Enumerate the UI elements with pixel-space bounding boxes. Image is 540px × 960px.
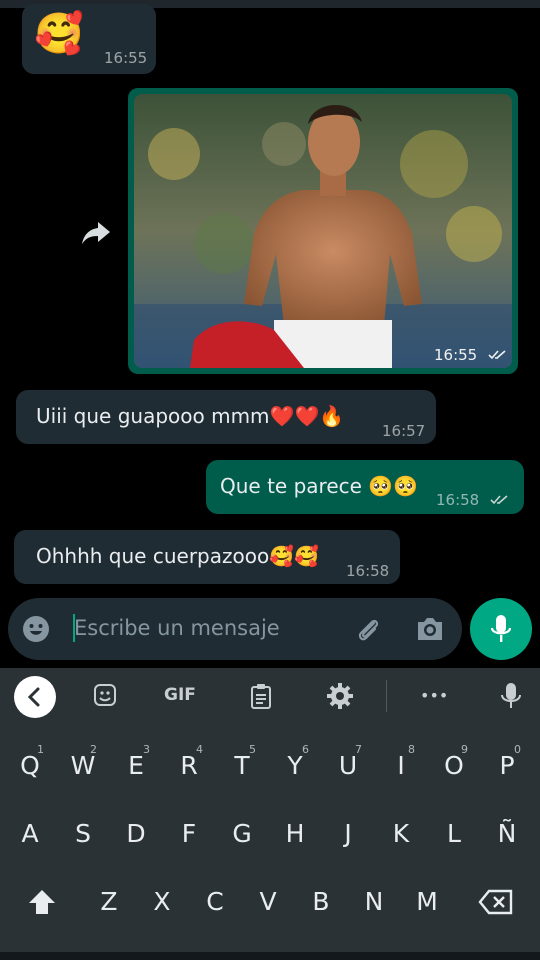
message-outgoing[interactable]: Que te parece 🥺🥺 16:58 [206, 460, 524, 514]
key-w[interactable]: 2W [59, 738, 107, 794]
key-z[interactable]: Z [85, 874, 133, 930]
key-s[interactable]: S [59, 806, 107, 862]
key-d[interactable]: D [112, 806, 160, 862]
key-u[interactable]: 7U [324, 738, 372, 794]
key-c[interactable]: C [191, 874, 239, 930]
key-i[interactable]: 8I [377, 738, 425, 794]
double-check-icon [490, 492, 510, 510]
message-text: 🥰 [34, 11, 84, 57]
key-y[interactable]: 6Y [271, 738, 319, 794]
key-r[interactable]: 4R [165, 738, 213, 794]
double-check-icon [488, 347, 508, 365]
key-h[interactable]: H [271, 806, 319, 862]
key-a[interactable]: A [6, 806, 54, 862]
key-l[interactable]: L [430, 806, 478, 862]
attach-icon[interactable] [354, 615, 384, 645]
key-v[interactable]: V [244, 874, 292, 930]
key-j[interactable]: J [324, 806, 372, 862]
gif-button[interactable]: GIF [164, 685, 196, 705]
clipboard-icon[interactable] [248, 682, 274, 714]
key-q[interactable]: 1Q [6, 738, 54, 794]
key-e[interactable]: 3E [112, 738, 160, 794]
settings-icon[interactable] [326, 682, 354, 714]
key-n-tilde[interactable]: Ñ [483, 806, 531, 862]
message-time: 16:58 [436, 491, 510, 510]
image-time: 16:55 [434, 346, 508, 365]
message-composer[interactable]: Escribe un mensaje [8, 598, 462, 660]
message-time: 16:55 [104, 49, 148, 67]
key-k[interactable]: K [377, 806, 425, 862]
message-time: 16:58 [346, 562, 390, 580]
message-text: Que te parece 🥺🥺 [220, 474, 419, 498]
key-b[interactable]: B [297, 874, 345, 930]
key-p[interactable]: 0P [483, 738, 531, 794]
key-o[interactable]: 9O [430, 738, 478, 794]
toolbar-divider [386, 680, 387, 712]
smiley-icon[interactable] [22, 615, 50, 643]
keyboard: GIF ••• 1Q 2W 3E 4R 5T 6Y 7U 8I 9O 0P A … [0, 668, 540, 960]
message-incoming[interactable]: 🥰 16:55 [22, 4, 156, 74]
key-f[interactable]: F [165, 806, 213, 862]
mic-icon [489, 613, 513, 645]
forward-icon[interactable] [80, 216, 112, 248]
message-incoming[interactable]: Uiii que guapooo mmm❤️❤️🔥 16:57 [16, 390, 436, 444]
shift-icon[interactable] [18, 874, 66, 930]
message-input[interactable]: Escribe un mensaje [74, 616, 280, 640]
back-icon[interactable] [14, 676, 56, 718]
navigation-bar [0, 952, 540, 960]
key-x[interactable]: X [138, 874, 186, 930]
sticker-icon[interactable] [92, 682, 118, 712]
mic-button[interactable] [470, 598, 532, 660]
message-incoming[interactable]: Ohhhh que cuerpazooo🥰🥰 16:58 [14, 530, 400, 584]
backspace-icon[interactable] [472, 874, 520, 930]
key-n[interactable]: N [350, 874, 398, 930]
message-text: Uiii que guapooo mmm❤️❤️🔥 [36, 404, 345, 428]
voice-input-icon[interactable] [500, 682, 522, 714]
message-text: Ohhhh que cuerpazooo🥰🥰 [36, 544, 319, 568]
camera-icon[interactable] [414, 615, 446, 643]
key-m[interactable]: M [403, 874, 451, 930]
photo-thumbnail[interactable]: 16:55 [134, 94, 512, 368]
message-time: 16:57 [382, 422, 426, 440]
key-g[interactable]: G [218, 806, 266, 862]
key-t[interactable]: 5T [218, 738, 266, 794]
keyboard-toolbar: GIF ••• [0, 668, 540, 726]
more-button[interactable]: ••• [420, 686, 448, 705]
